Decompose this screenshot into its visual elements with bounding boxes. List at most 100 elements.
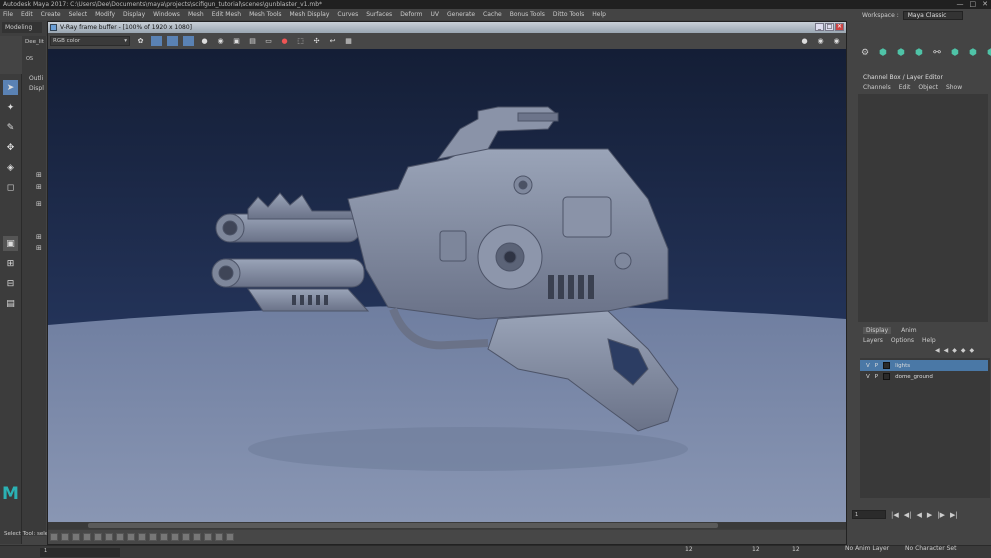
correction-icon[interactable]: [72, 533, 80, 541]
correction-icon[interactable]: [94, 533, 102, 541]
expand-icon[interactable]: ⊞: [36, 244, 42, 252]
anim-layer-dropdown[interactable]: No Anim Layer: [845, 545, 889, 552]
menu-cb-edit[interactable]: Edit: [899, 84, 911, 91]
vfb-maximize-button[interactable]: □: [825, 23, 834, 31]
workspace-dropdown[interactable]: Maya Classic: [902, 10, 963, 20]
vfb-horizontal-scrollbar[interactable]: [48, 522, 846, 529]
blue-channel-icon[interactable]: [183, 36, 194, 46]
layer-visibility-toggle[interactable]: V: [866, 363, 870, 369]
green-channel-icon[interactable]: [167, 36, 178, 46]
correction-icon[interactable]: [182, 533, 190, 541]
layer-row[interactable]: V P dome_ground: [860, 371, 988, 382]
menu-bonus-tools[interactable]: Bonus Tools: [510, 11, 545, 18]
menu-mesh-tools[interactable]: Mesh Tools: [249, 11, 281, 18]
red-channel-icon[interactable]: [151, 36, 162, 46]
paint-tool-icon[interactable]: ✎: [3, 120, 18, 135]
shelf-tool-icon[interactable]: ⬢: [984, 48, 991, 64]
channel-box-area[interactable]: [858, 94, 988, 322]
channel-dropdown[interactable]: RGB color ▾: [50, 36, 130, 46]
menu-options[interactable]: Options: [891, 337, 914, 344]
menu-file[interactable]: File: [3, 11, 13, 18]
tab-anim[interactable]: Anim: [901, 327, 916, 334]
shelf-tool-icon[interactable]: ⬢: [912, 48, 926, 64]
single-view-icon[interactable]: ▣: [3, 236, 18, 251]
teapot-icon[interactable]: ●: [799, 36, 810, 46]
menu-windows[interactable]: Windows: [153, 11, 180, 18]
layer-playback-toggle[interactable]: P: [875, 363, 878, 369]
expand-icon[interactable]: ⊞: [36, 233, 42, 241]
mode-menu-set[interactable]: Modeling: [2, 22, 42, 33]
vfb-minimize-button[interactable]: _: [815, 23, 824, 31]
correction-icon[interactable]: [149, 533, 157, 541]
move-tool-icon[interactable]: ✥: [3, 140, 18, 155]
correction-icon[interactable]: [105, 533, 113, 541]
expand-icon[interactable]: ⊞: [36, 171, 42, 179]
menu-modify[interactable]: Modify: [95, 11, 115, 18]
correction-icon[interactable]: [171, 533, 179, 541]
menu-channels[interactable]: Channels: [863, 84, 891, 91]
maximize-button[interactable]: □: [970, 0, 977, 9]
correction-icon[interactable]: [226, 533, 234, 541]
layer-visibility-toggle[interactable]: V: [866, 374, 870, 380]
minimize-button[interactable]: —: [957, 0, 964, 9]
render-stop-icon[interactable]: ◉: [831, 36, 842, 46]
step-back-key-icon[interactable]: ◀|: [904, 511, 912, 519]
menu-select[interactable]: Select: [69, 11, 88, 18]
layer-name[interactable]: dome_ground: [895, 374, 933, 380]
correction-icon[interactable]: [83, 533, 91, 541]
menu-layer-help[interactable]: Help: [922, 337, 936, 344]
lasso-tool-icon[interactable]: ✦: [3, 100, 18, 115]
play-forward-icon[interactable]: ▶: [927, 511, 932, 519]
correction-icon[interactable]: [127, 533, 135, 541]
layer-playback-toggle[interactable]: P: [875, 374, 878, 380]
stop-icon[interactable]: ●: [279, 36, 290, 46]
white-dot-icon[interactable]: ●: [199, 36, 210, 46]
outliner-display-menu[interactable]: Displ: [29, 85, 44, 92]
new-layer-icon[interactable]: ◆: [952, 347, 957, 354]
expand-icon[interactable]: ⊞: [36, 200, 42, 208]
menu-generate[interactable]: Generate: [447, 11, 475, 18]
move-down-icon[interactable]: ◀: [944, 347, 949, 354]
menu-mesh-display[interactable]: Mesh Display: [290, 11, 330, 18]
menu-uv[interactable]: UV: [431, 11, 440, 18]
two-view-icon[interactable]: ⊟: [3, 276, 18, 291]
correction-icon[interactable]: [61, 533, 69, 541]
expand-icon[interactable]: ⊞: [36, 183, 42, 191]
correction-icon[interactable]: [138, 533, 146, 541]
correction-icon[interactable]: [193, 533, 201, 541]
end-frame-field[interactable]: 12: [685, 546, 693, 553]
current-frame-field[interactable]: 1: [852, 510, 886, 519]
menu-object[interactable]: Object: [918, 84, 938, 91]
layer-options-icon[interactable]: ◆: [970, 347, 975, 354]
outliner-view-icon[interactable]: ▤: [3, 296, 18, 311]
shelf-tool-icon[interactable]: ⚯: [930, 48, 944, 64]
menu-show[interactable]: Show: [946, 84, 962, 91]
play-backward-icon[interactable]: ◀: [917, 511, 922, 519]
folder-icon[interactable]: ▭: [263, 36, 274, 46]
rotate-tool-icon[interactable]: ◈: [3, 160, 18, 175]
go-to-start-icon[interactable]: |◀: [891, 511, 899, 519]
layer-row[interactable]: V P lights: [860, 360, 988, 371]
color-wheel-icon[interactable]: ✿: [135, 36, 146, 46]
scale-tool-icon[interactable]: ◻: [3, 180, 18, 195]
menu-ditto-tools[interactable]: Ditto Tools: [553, 11, 584, 18]
close-button[interactable]: ✕: [982, 0, 988, 9]
menu-layers[interactable]: Layers: [863, 337, 883, 344]
menu-cache[interactable]: Cache: [483, 11, 502, 18]
shelf-gear-icon[interactable]: ⚙: [858, 48, 872, 64]
character-set-dropdown[interactable]: No Character Set: [905, 545, 956, 552]
menu-curves[interactable]: Curves: [337, 11, 358, 18]
correction-icon[interactable]: [204, 533, 212, 541]
tab-display[interactable]: Display: [863, 327, 892, 334]
four-view-icon[interactable]: ⊞: [3, 256, 18, 271]
menu-deform[interactable]: Deform: [400, 11, 422, 18]
end-frame-field[interactable]: 12: [752, 546, 760, 553]
layer-name[interactable]: lights: [895, 363, 910, 369]
step-forward-key-icon[interactable]: |▶: [937, 511, 945, 519]
render-last-icon[interactable]: ◉: [815, 36, 826, 46]
end-frame-field[interactable]: 12: [792, 546, 800, 553]
layer-color-swatch[interactable]: [883, 362, 891, 369]
correction-icon[interactable]: [50, 533, 58, 541]
link-icon[interactable]: ↩: [327, 36, 338, 46]
scrollbar-thumb[interactable]: [88, 523, 718, 528]
